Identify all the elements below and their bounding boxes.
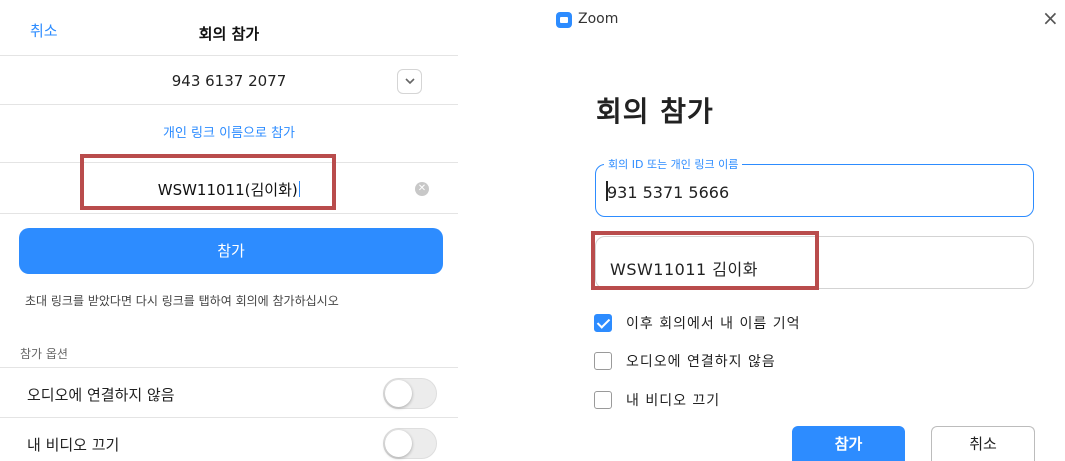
remember-name-label[interactable]: 이후 회의에서 내 이름 기억 [626,313,800,333]
highlight-box-mobile-name [80,154,336,210]
mobile-option-no-audio: 오디오에 연결하지 않음 [0,367,458,417]
clear-icon[interactable]: ✕ [415,182,429,196]
mobile-options-section-title: 참가 옵션 [20,347,68,361]
toggle-knob [385,430,412,457]
meeting-id-value[interactable]: 931 5371 5666 [607,183,729,202]
mobile-join-button[interactable]: 참가 [19,228,443,274]
mobile-option-video-off: 내 비디오 끄기 [0,417,458,461]
mobile-option-label: 내 비디오 끄기 [27,436,120,454]
mobile-meeting-id-row[interactable]: 943 6137 2077 [0,57,458,105]
chevron-down-icon[interactable] [397,69,422,94]
mobile-header: 취소 회의 참가 [0,0,458,56]
mobile-option-label: 오디오에 연결하지 않음 [27,386,175,404]
dialog-heading: 회의 참가 [596,95,714,128]
mobile-personal-link-button[interactable]: 개인 링크 이름으로 참가 [0,122,458,141]
toggle-knob [385,380,412,407]
cancel-button[interactable]: 취소 [931,426,1035,461]
text-caret [606,181,608,201]
meeting-id-field-label: 회의 ID 또는 개인 링크 이름 [604,156,743,172]
highlight-box-desktop-name [591,231,819,290]
desktop-join-dialog: Zoom × 회의 참가 회의 ID 또는 개인 링크 이름 931 5371 … [540,0,1065,461]
mobile-video-off-toggle[interactable] [383,428,437,459]
no-audio-label[interactable]: 오디오에 연결하지 않음 [626,351,776,371]
remember-name-checkbox[interactable] [594,314,612,332]
mobile-join-panel: 취소 회의 참가 943 6137 2077 개인 링크 이름으로 참가 WSW… [0,0,458,461]
mobile-no-audio-toggle[interactable] [383,378,437,409]
zoom-logo-icon [556,12,572,28]
no-audio-checkbox[interactable] [594,352,612,370]
video-off-label[interactable]: 내 비디오 끄기 [626,390,720,410]
mobile-invite-hint: 초대 링크를 받았다면 다시 링크를 탭하여 회의에 참가하십시오 [25,294,339,308]
mobile-meeting-id[interactable]: 943 6137 2077 [0,72,458,90]
video-off-checkbox[interactable] [594,391,612,409]
window-title: Zoom [578,11,619,27]
join-button[interactable]: 참가 [792,426,905,461]
mobile-page-title: 회의 참가 [198,25,260,43]
close-icon[interactable]: × [1042,6,1059,30]
